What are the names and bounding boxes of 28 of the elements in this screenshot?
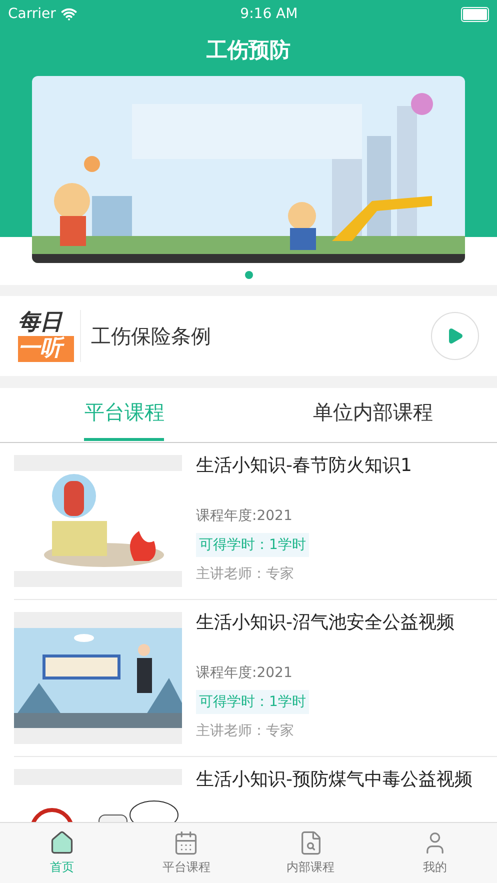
play-icon [446, 327, 464, 345]
carrier-name: Carrier [8, 6, 56, 22]
credit-hours-tag: 可得学时：1学时 [196, 690, 309, 714]
thumbnail[interactable] [14, 612, 182, 744]
home-icon [49, 830, 76, 856]
credit-hours-tag: 可得学时：1学时 [196, 533, 309, 557]
nav-tab[interactable]: 首页 [0, 823, 124, 883]
battery-icon [461, 6, 489, 22]
page-title: 工伤预防 [206, 37, 292, 64]
nav-tab[interactable]: 平台课程 [124, 823, 248, 883]
teacher-text: 主讲老师：专家 [196, 722, 295, 740]
audio-title: 工伤保险条例 [91, 322, 212, 350]
course-year: 课程年度:2021 [196, 507, 294, 525]
teacher-text: 主讲老师：专家 [196, 565, 295, 583]
course-title[interactable]: 生活小知识-春节防火知识1 [196, 455, 489, 477]
course-title[interactable]: 生活小知识-预防煤气中毒公益视频 [196, 769, 489, 791]
page-dot [244, 271, 252, 279]
course-tab[interactable]: 单位内部课程 [312, 389, 433, 441]
play-button[interactable] [431, 312, 479, 360]
wifi-icon [60, 6, 77, 22]
nav-tab[interactable]: 内部课程 [248, 823, 373, 883]
nav-tab[interactable]: 我的 [372, 823, 497, 883]
course-year: 课程年度:2021 [196, 664, 294, 682]
calendar-icon [173, 830, 200, 856]
clock-time: 9:16 AM [240, 6, 298, 22]
logo-text: 每日 [18, 310, 64, 336]
course-title[interactable]: 生活小知识-沼气池安全公益视频 [196, 612, 489, 634]
logo-text: 一听 [18, 336, 74, 362]
